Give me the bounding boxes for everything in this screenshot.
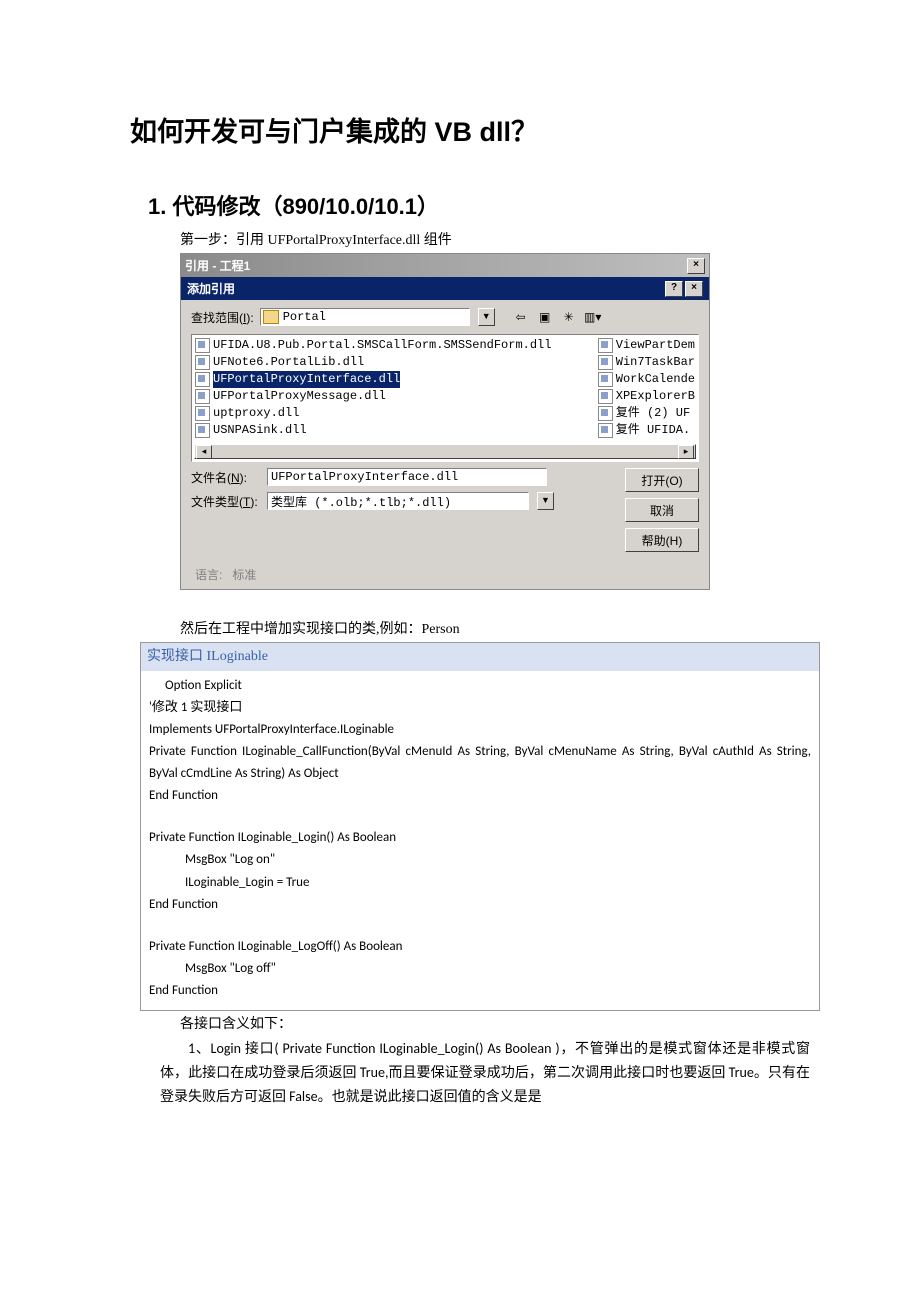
filetype-combo[interactable]: 类型库 (*.olb;*.tlb;*.dll) — [267, 492, 529, 510]
filetype-label: 文件类型(T): — [191, 493, 261, 510]
code-block-body: Option Explicit '修改 1 实现接口 Implements UF… — [141, 671, 819, 1010]
after-step-text: 然后在工程中增加实现接口的类,例如：Person — [180, 618, 820, 638]
code-line: Private Function ILoginable_LogOff() As … — [149, 936, 811, 958]
code-line: MsgBox "Log off" — [149, 958, 811, 980]
dll-file-icon — [598, 372, 613, 387]
file-list-pane[interactable]: UFIDA.U8.Pub.Portal.SMSCallForm.SMSSendF… — [191, 334, 699, 462]
filename-label: 文件名(N): — [191, 469, 261, 486]
chevron-down-icon[interactable]: ▼ — [537, 492, 554, 510]
file-toolbar: ⇦ ▣ ✳ ▥▾ — [511, 308, 603, 326]
file-item[interactable]: UFPortalProxyMessage.dll — [194, 388, 552, 405]
dll-file-icon — [195, 406, 210, 421]
references-dialog-screenshot: 引用 - 工程1 × 添加引用 ? × 查找范围(I): Portal — [180, 253, 710, 590]
dll-file-icon — [598, 389, 613, 404]
code-line: End Function — [149, 785, 811, 807]
doc-title: 如何开发可与门户集成的 VB dll？ — [130, 110, 820, 149]
references-titlebar: 引用 - 工程1 × — [181, 254, 709, 277]
code-block-header: 实现接口 ILoginable — [141, 643, 819, 671]
folder-icon — [263, 310, 279, 324]
interfaces-intro: 各接口含义如下： — [180, 1013, 820, 1033]
chevron-down-icon[interactable]: ▼ — [478, 308, 495, 326]
dll-file-icon — [598, 406, 613, 421]
dialog-body: 查找范围(I): Portal ▼ ⇦ ▣ ✳ ▥▾ — [181, 300, 709, 562]
file-item[interactable]: UFIDA.U8.Pub.Portal.SMSCallForm.SMSSendF… — [194, 337, 552, 354]
dll-file-icon — [195, 389, 210, 404]
up-folder-icon[interactable]: ▣ — [535, 308, 555, 326]
code-line: End Function — [149, 894, 811, 916]
dialog-button-column: 打开(O) 取消 帮助(H) — [625, 468, 699, 552]
filetype-row: 文件类型(T): 类型库 (*.olb;*.tlb;*.dll) ▼ — [191, 492, 615, 510]
file-item[interactable]: UFPortalProxyInterface.dll — [194, 371, 552, 388]
section-1-heading: 1. 代码修改（890/10.0/10.1） — [148, 189, 820, 221]
code-block: 实现接口 ILoginable Option Explicit '修改 1 实现… — [140, 642, 820, 1011]
close-icon[interactable]: × — [685, 281, 703, 297]
dll-file-icon — [598, 338, 613, 353]
file-list-left: UFIDA.U8.Pub.Portal.SMSCallForm.SMSSendF… — [194, 337, 552, 459]
open-button[interactable]: 打开(O) — [625, 468, 699, 492]
status-language-label: 语言: — [195, 566, 222, 583]
code-line: MsgBox "Log on" — [149, 849, 811, 871]
code-line: Implements UFPortalProxyInterface.ILogin… — [149, 719, 811, 741]
file-item[interactable]: XPExplorerB — [597, 388, 696, 405]
file-item[interactable]: 复件 (2) UF — [597, 405, 696, 422]
close-icon[interactable]: × — [687, 258, 705, 274]
document-page: 如何开发可与门户集成的 VB dll？ 1. 代码修改（890/10.0/10.… — [0, 0, 920, 1302]
references-titlebar-text: 引用 - 工程1 — [185, 257, 250, 274]
file-item[interactable]: UFNote6.PortalLib.dll — [194, 354, 552, 371]
cancel-button[interactable]: 取消 — [625, 498, 699, 522]
dll-file-icon — [195, 355, 210, 370]
dll-file-icon — [195, 338, 210, 353]
filename-row: 文件名(N): UFPortalProxyInterface.dll — [191, 468, 615, 486]
code-line: '修改 1 实现接口 — [149, 697, 811, 719]
new-folder-icon[interactable]: ✳ — [559, 308, 579, 326]
dll-file-icon — [195, 423, 210, 438]
lookin-row: 查找范围(I): Portal ▼ ⇦ ▣ ✳ ▥▾ — [191, 308, 699, 326]
file-item[interactable]: WorkCalende — [597, 371, 696, 388]
dll-file-icon — [598, 423, 613, 438]
dll-file-icon — [195, 372, 210, 387]
code-line: Option Explicit — [149, 675, 811, 697]
scroll-left-icon[interactable]: ◂ — [196, 445, 212, 459]
help-button[interactable]: 帮助(H) — [625, 528, 699, 552]
references-window: 引用 - 工程1 × 添加引用 ? × 查找范围(I): Portal — [180, 253, 710, 590]
view-menu-icon[interactable]: ▥▾ — [583, 308, 603, 326]
code-line: ILoginable_Login = True — [149, 872, 811, 894]
code-line: Private Function ILoginable_CallFunction… — [149, 741, 811, 785]
add-reference-titlebar: 添加引用 ? × — [181, 277, 709, 300]
lookin-combo[interactable]: Portal — [260, 308, 470, 326]
file-item[interactable]: USNPASink.dll — [194, 422, 552, 439]
lookin-value: Portal — [283, 310, 467, 324]
add-reference-title: 添加引用 — [187, 280, 235, 297]
code-line: End Function — [149, 980, 811, 1002]
scroll-right-icon[interactable]: ▸ — [678, 445, 694, 459]
file-item[interactable]: uptproxy.dll — [194, 405, 552, 422]
filename-input[interactable]: UFPortalProxyInterface.dll — [267, 468, 547, 486]
code-line: Private Function ILoginable_Login() As B… — [149, 827, 811, 849]
lookin-label: 查找范围(I): — [191, 309, 254, 326]
step-1-text: 第一步：引用 UFPortalProxyInterface.dll 组件 — [180, 229, 820, 249]
horizontal-scrollbar[interactable]: ◂ ▸ — [194, 444, 696, 459]
back-icon[interactable]: ⇦ — [511, 308, 531, 326]
paragraph-login-desc: 1、Login 接口( Private Function ILoginable_… — [160, 1037, 810, 1108]
help-icon[interactable]: ? — [665, 281, 683, 297]
status-row: 语言: 标准 — [181, 564, 709, 589]
file-list-right: ViewPartDem Win7TaskBar WorkCalende XPEx… — [597, 337, 696, 459]
file-item[interactable]: 复件 UFIDA. — [597, 422, 696, 439]
file-item[interactable]: ViewPartDem — [597, 337, 696, 354]
status-language-value: 标准 — [232, 566, 256, 583]
dll-file-icon — [598, 355, 613, 370]
file-item[interactable]: Win7TaskBar — [597, 354, 696, 371]
